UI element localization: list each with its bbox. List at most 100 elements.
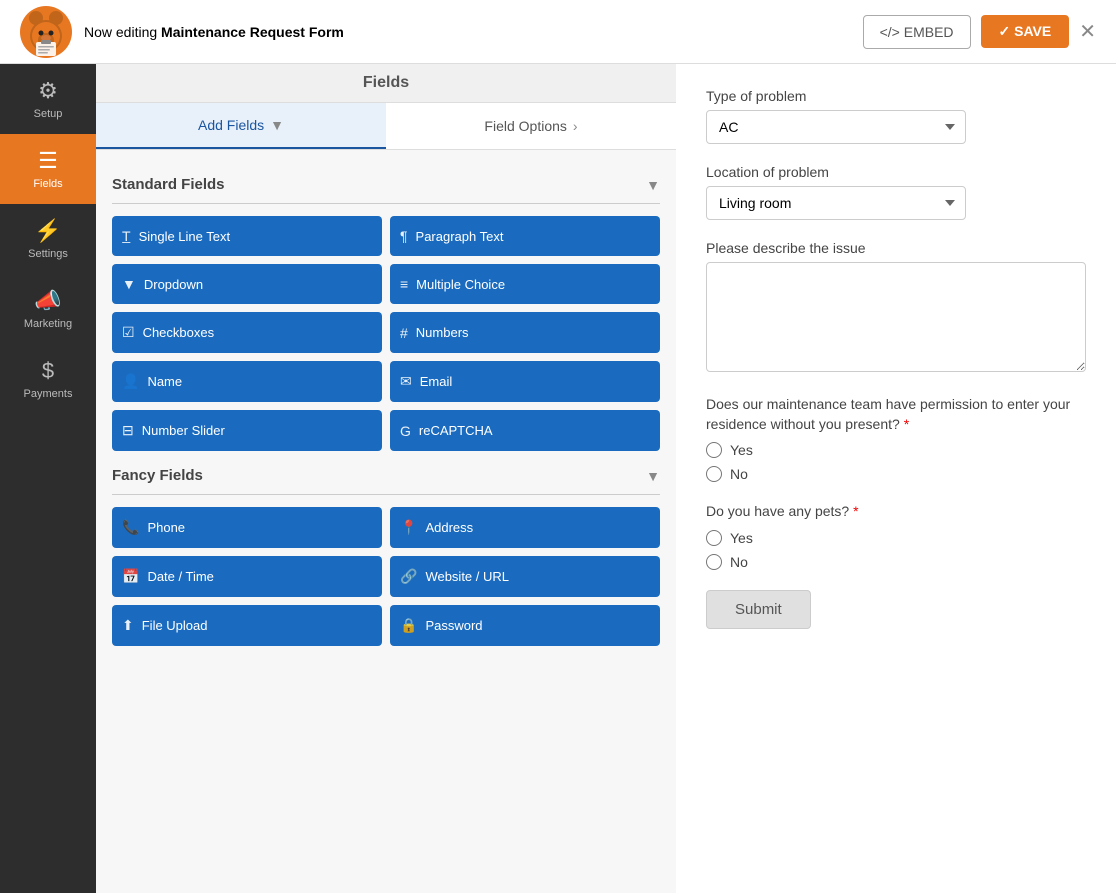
location-of-problem-select[interactable]: Living room Bedroom Kitchen Bathroom <box>706 186 966 220</box>
field-btn-dropdown[interactable]: ▼ Dropdown <box>112 264 382 304</box>
field-btn-password[interactable]: 🔒 Password <box>390 605 660 646</box>
phone-icon: 📞 <box>122 519 139 536</box>
submit-button[interactable]: Submit <box>706 590 811 629</box>
single-line-text-icon: T̲ <box>122 228 131 244</box>
sidebar-item-fields[interactable]: ☰ Fields <box>0 134 96 204</box>
fields-icon: ☰ <box>38 148 58 174</box>
tab-field-options[interactable]: Field Options › <box>386 103 676 149</box>
type-of-problem-group: Type of problem AC Plumbing Electrical O… <box>706 88 1086 144</box>
describe-issue-label: Please describe the issue <box>706 240 1086 256</box>
sidebar-item-settings[interactable]: ⚡ Settings <box>0 204 96 274</box>
main-content: ⚙ Setup ☰ Fields ⚡ Settings 📣 Marketing … <box>0 64 1116 893</box>
sidebar-label-payments: Payments <box>24 388 73 400</box>
center-panel-title: Fields <box>363 74 409 92</box>
address-icon: 📍 <box>400 519 417 536</box>
app-logo <box>20 6 72 58</box>
name-icon: 👤 <box>122 373 139 390</box>
sidebar-label-settings: Settings <box>28 248 68 260</box>
permission-required-star: * <box>904 416 909 432</box>
date-time-icon: 📅 <box>122 568 139 585</box>
fields-panel-body[interactable]: Standard Fields ▼ T̲ Single Line Text ¶ … <box>96 150 676 893</box>
field-btn-paragraph-text[interactable]: ¶ Paragraph Text <box>390 216 660 256</box>
field-btn-email[interactable]: ✉ Email <box>390 361 660 402</box>
field-btn-date-time[interactable]: 📅 Date / Time <box>112 556 382 597</box>
sidebar: ⚙ Setup ☰ Fields ⚡ Settings 📣 Marketing … <box>0 64 96 893</box>
center-header: Fields <box>96 64 676 103</box>
pets-radio-group: Yes No <box>706 530 1086 570</box>
topbar-right: </> EMBED ✓ SAVE ✕ <box>863 15 1096 49</box>
field-btn-name[interactable]: 👤 Name <box>112 361 382 402</box>
fancy-fields-chevron[interactable]: ▼ <box>646 468 660 484</box>
checkboxes-icon: ☑ <box>122 324 135 341</box>
pets-yes-text: Yes <box>730 530 753 546</box>
password-icon: 🔒 <box>400 617 417 634</box>
chevron-right-icon: › <box>573 118 578 134</box>
type-of-problem-label: Type of problem <box>706 88 1086 104</box>
form-panel: Type of problem AC Plumbing Electrical O… <box>676 64 1116 893</box>
tabs-bar: Add Fields ▼ Field Options › <box>96 103 676 150</box>
paragraph-text-icon: ¶ <box>400 228 408 244</box>
fancy-fields-divider <box>112 494 660 495</box>
embed-button[interactable]: </> EMBED <box>863 15 971 49</box>
permission-no-text: No <box>730 466 748 482</box>
pets-yes-label[interactable]: Yes <box>706 530 1086 546</box>
sidebar-item-payments[interactable]: $ Payments <box>0 344 96 414</box>
pets-label: Do you have any pets? * <box>706 502 1086 522</box>
tab-add-fields-label: Add Fields <box>198 117 264 133</box>
numbers-icon: # <box>400 325 408 341</box>
pets-no-text: No <box>730 554 748 570</box>
sidebar-item-marketing[interactable]: 📣 Marketing <box>0 274 96 344</box>
submit-group: Submit <box>706 590 1086 629</box>
multiple-choice-icon: ≡ <box>400 276 408 292</box>
describe-issue-textarea[interactable] <box>706 262 1086 372</box>
field-btn-numbers[interactable]: # Numbers <box>390 312 660 353</box>
field-btn-address[interactable]: 📍 Address <box>390 507 660 548</box>
field-btn-checkboxes[interactable]: ☑ Checkboxes <box>112 312 382 353</box>
tab-field-options-label: Field Options <box>484 118 566 134</box>
topbar: Now editing Maintenance Request Form </>… <box>0 0 1116 64</box>
field-btn-single-line-text[interactable]: T̲ Single Line Text <box>112 216 382 256</box>
permission-label: Does our maintenance team have permissio… <box>706 395 1086 434</box>
permission-no-radio[interactable] <box>706 466 722 482</box>
permission-yes-radio[interactable] <box>706 442 722 458</box>
field-btn-recaptcha[interactable]: G reCAPTCHA <box>390 410 660 451</box>
tab-add-fields[interactable]: Add Fields ▼ <box>96 103 386 149</box>
sidebar-item-setup[interactable]: ⚙ Setup <box>0 64 96 134</box>
pets-no-label[interactable]: No <box>706 554 1086 570</box>
pets-yes-radio[interactable] <box>706 530 722 546</box>
close-button[interactable]: ✕ <box>1079 19 1096 44</box>
file-upload-icon: ⬆ <box>122 617 134 634</box>
field-btn-phone[interactable]: 📞 Phone <box>112 507 382 548</box>
settings-icon: ⚡ <box>34 218 61 244</box>
field-btn-multiple-choice[interactable]: ≡ Multiple Choice <box>390 264 660 304</box>
pets-group: Do you have any pets? * Yes No <box>706 502 1086 570</box>
field-btn-website-url[interactable]: 🔗 Website / URL <box>390 556 660 597</box>
fancy-fields-grid: 📞 Phone 📍 Address 📅 Date / Time 🔗 Websit… <box>112 507 660 646</box>
field-btn-number-slider[interactable]: ⊟ Number Slider <box>112 410 382 451</box>
topbar-title: Now editing Maintenance Request Form <box>84 24 344 40</box>
number-slider-icon: ⊟ <box>122 422 134 439</box>
dropdown-icon: ▼ <box>122 276 136 292</box>
field-btn-file-upload[interactable]: ⬆ File Upload <box>112 605 382 646</box>
save-button[interactable]: ✓ SAVE <box>981 15 1070 48</box>
type-of-problem-select[interactable]: AC Plumbing Electrical Other <box>706 110 966 144</box>
payments-icon: $ <box>42 358 54 384</box>
sidebar-label-setup: Setup <box>34 108 63 120</box>
marketing-icon: 📣 <box>34 288 61 314</box>
sidebar-label-marketing: Marketing <box>24 318 72 330</box>
permission-yes-label[interactable]: Yes <box>706 442 1086 458</box>
pets-no-radio[interactable] <box>706 554 722 570</box>
standard-fields-divider <box>112 203 660 204</box>
standard-fields-chevron[interactable]: ▼ <box>646 177 660 193</box>
fancy-fields-title: Fancy Fields <box>112 467 203 484</box>
location-of-problem-label: Location of problem <box>706 164 1086 180</box>
standard-fields-grid: T̲ Single Line Text ¶ Paragraph Text ▼ D… <box>112 216 660 451</box>
pets-required-star: * <box>853 503 858 519</box>
center-panel: Fields Add Fields ▼ Field Options › Stan… <box>96 64 676 893</box>
standard-fields-title: Standard Fields <box>112 176 225 193</box>
location-of-problem-group: Location of problem Living room Bedroom … <box>706 164 1086 220</box>
chevron-down-icon: ▼ <box>270 117 284 133</box>
permission-no-label[interactable]: No <box>706 466 1086 482</box>
recaptcha-icon: G <box>400 423 411 439</box>
describe-issue-group: Please describe the issue <box>706 240 1086 375</box>
